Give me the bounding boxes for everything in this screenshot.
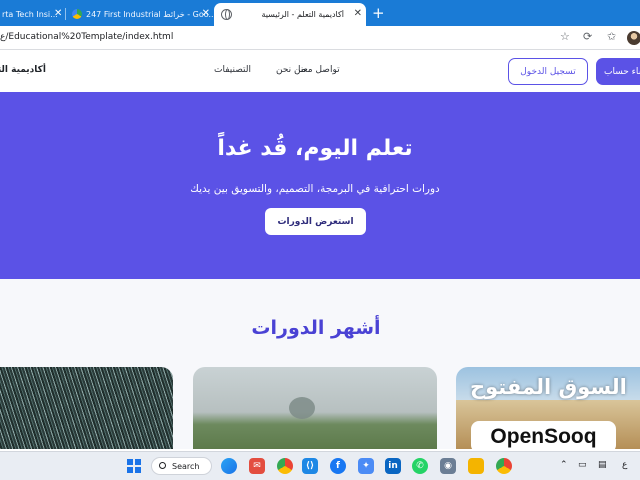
globe-icon <box>221 9 232 20</box>
tray-monitor-icon[interactable]: ▭ <box>578 460 587 470</box>
taskbar-search[interactable]: Search <box>151 457 212 475</box>
browser-tab-active[interactable]: أكاديمية التعلم - الرئيسية ✕ <box>214 3 366 26</box>
maps-favicon-icon <box>72 9 82 19</box>
whatsapp-icon[interactable]: ✆ <box>412 458 428 474</box>
close-tab-icon[interactable]: ✕ <box>54 8 62 19</box>
camera-icon[interactable]: ◉ <box>440 458 456 474</box>
nav-link-contact[interactable]: تواصل معنا <box>298 65 340 75</box>
search-icon <box>159 462 166 469</box>
search-label: Search <box>172 461 200 471</box>
close-tab-icon[interactable]: ✕ <box>202 8 210 19</box>
close-tab-icon[interactable]: ✕ <box>354 8 362 19</box>
watermark-opensooq: OpenSooq <box>471 421 616 453</box>
tab-title: 247 First Industrial خرائط - Goo... <box>86 10 214 19</box>
windows-taskbar: Search ✉ ⟨⟩ f ✦ in ✆ ◉ ⌃ ▭ ▤ ع <box>0 451 640 480</box>
signup-button[interactable]: إنشاء حساب <box>596 58 640 85</box>
url-text[interactable]: ع/Educational%20Template/index.html <box>0 32 173 42</box>
browser-tab-strip: rta Tech Insi... ✕ 247 First Industrial … <box>0 0 640 26</box>
chrome-icon[interactable] <box>277 458 293 474</box>
hero-subtitle: دورات احترافية في البرمجة، التصميم، والت… <box>190 183 440 195</box>
course-card-image[interactable] <box>0 367 173 449</box>
new-tab-button[interactable]: + <box>372 4 385 22</box>
tray-chevron-icon[interactable]: ⌃ <box>560 460 568 470</box>
tray-network-icon[interactable]: ▤ <box>598 460 607 470</box>
address-bar: ع/Educational%20Template/index.html ☆ ⟳ … <box>0 26 640 50</box>
facebook-icon[interactable]: f <box>330 458 346 474</box>
tab-title: rta Tech Insi... <box>2 10 58 19</box>
course-card-image[interactable] <box>193 367 437 449</box>
vscode-icon[interactable]: ⟨⟩ <box>302 458 318 474</box>
browser-tab-2[interactable]: 247 First Industrial خرائط - Goo... ✕ <box>66 3 214 26</box>
site-navbar: أكاديمية التعلم التصنيفات من نحن تواصل م… <box>0 51 640 92</box>
file-explorer-icon[interactable] <box>468 458 484 474</box>
hero-section: تعلم اليوم، قُد غداً دورات احترافية في ا… <box>0 92 640 279</box>
watermark-arabic: السوق المفتوح <box>470 375 627 399</box>
linkedin-icon[interactable]: in <box>385 458 401 474</box>
chrome-alt-icon[interactable] <box>496 458 512 474</box>
profile-avatar[interactable] <box>627 31 640 45</box>
bookmark-star-icon[interactable]: ☆ <box>560 30 570 43</box>
hero-title: تعلم اليوم، قُد غداً <box>217 136 413 161</box>
nav-link-categories[interactable]: التصنيفات <box>214 65 251 75</box>
mail-badge-icon[interactable]: ✉ <box>249 458 265 474</box>
windows-start-icon[interactable] <box>127 459 141 473</box>
login-button[interactable]: تسجيل الدخول <box>508 58 588 85</box>
favorites-icon[interactable]: ✩ <box>607 30 616 43</box>
tray-language[interactable]: ع <box>622 460 627 470</box>
tab-title: أكاديمية التعلم - الرئيسية <box>261 10 344 19</box>
section-title: أشهر الدورات <box>251 317 381 339</box>
tree-in-fog <box>289 397 315 419</box>
browse-courses-button[interactable]: استعرض الدورات <box>265 208 366 235</box>
extensions-icon[interactable]: ⟳ <box>583 30 592 43</box>
maps-icon[interactable]: ✦ <box>358 458 374 474</box>
site-brand[interactable]: أكاديمية التعلم <box>0 65 46 75</box>
copilot-icon[interactable] <box>221 458 237 474</box>
